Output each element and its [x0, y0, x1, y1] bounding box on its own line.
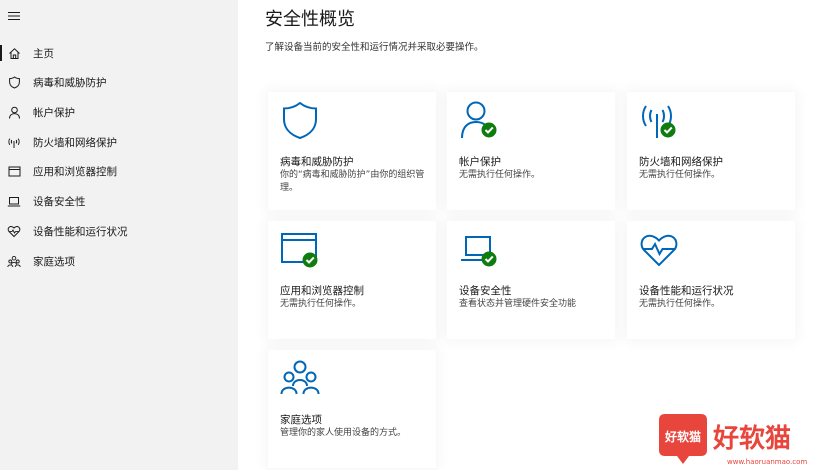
card-title: 家庭选项: [280, 414, 322, 426]
card-app-browser-control[interactable]: 应用和浏览器控制 无需执行任何操作。: [268, 221, 436, 339]
ok-check-badge-icon: [481, 122, 497, 138]
home-icon: [7, 46, 21, 60]
card-description: 管理你的家人使用设备的方式。: [280, 428, 407, 438]
shield-icon: [7, 75, 21, 89]
card-virus-threat-protection[interactable]: 病毒和威胁防护 你的“病毒和威胁防护”由你的组织管理。: [268, 92, 436, 210]
card-account-protection[interactable]: 帐户保护 无需执行任何操作。: [447, 92, 615, 210]
card-description: 无需执行任何操作。: [639, 170, 721, 180]
watermark-brand-text: 好软猫: [712, 424, 791, 454]
card-device-security[interactable]: 设备安全性 查看状态并管理硬件安全功能: [447, 221, 615, 339]
page-subtitle: 了解设备当前的安全性和运行情况并采取必要操作。: [265, 42, 484, 53]
heart-icon: [7, 224, 21, 238]
sidebar-item-label: 设备安全性: [33, 195, 86, 208]
sidebar-item-account-protection[interactable]: 帐户保护: [0, 98, 238, 126]
sidebar-item-virus-protection[interactable]: 病毒和威胁防护: [0, 68, 238, 96]
browser-window-icon: [281, 233, 318, 268]
sidebar-item-label: 应用和浏览器控制: [33, 165, 117, 178]
wifi-icon: [642, 105, 676, 138]
card-title: 应用和浏览器控制: [280, 285, 364, 297]
card-description: 无需执行任何操作。: [639, 299, 721, 309]
sidebar-item-home[interactable]: 主页: [0, 39, 238, 67]
sidebar-item-label: 防火墙和网络保护: [33, 136, 117, 149]
sidebar-item-label: 主页: [33, 47, 54, 60]
person-icon: [7, 105, 21, 119]
watermark-url: www.haoruanmao.com: [727, 458, 807, 466]
card-family-options[interactable]: 家庭选项 管理你的家人使用设备的方式。: [268, 350, 436, 468]
sidebar-item-family-options[interactable]: 家庭选项: [0, 247, 238, 275]
shield-icon: [283, 101, 317, 140]
sidebar-item-label: 帐户保护: [33, 106, 75, 119]
family-icon: [7, 254, 21, 268]
sidebar: 主页 病毒和威胁防护 帐户保护 防火墙和网络保护 应用和浏览器控制 设备安全性 …: [0, 0, 238, 470]
hamburger-menu-icon[interactable]: [8, 10, 20, 22]
card-title: 设备安全性: [459, 285, 512, 297]
selection-indicator: [0, 45, 2, 61]
sidebar-item-app-browser-control[interactable]: 应用和浏览器控制: [0, 157, 238, 185]
windows-security-app: 主页 病毒和威胁防护 帐户保护 防火墙和网络保护 应用和浏览器控制 设备安全性 …: [0, 0, 819, 470]
laptop-icon: [7, 194, 21, 208]
card-title: 设备性能和运行状况: [639, 285, 734, 297]
ok-check-badge-icon: [481, 251, 497, 267]
card-title: 帐户保护: [459, 156, 501, 168]
heart-pulse-icon: [640, 234, 678, 267]
watermark-badge-icon: 好软猫: [659, 414, 707, 464]
card-description: 无需执行任何操作。: [459, 170, 541, 180]
sidebar-item-label: 病毒和威胁防护: [33, 76, 107, 89]
card-title: 防火墙和网络保护: [639, 156, 723, 168]
sidebar-item-label: 设备性能和运行状况: [33, 225, 128, 238]
wifi-icon: [7, 135, 21, 149]
ok-check-badge-icon: [660, 122, 676, 138]
card-device-performance-health[interactable]: 设备性能和运行状况 无需执行任何操作。: [627, 221, 795, 339]
card-description: 查看状态并管理硬件安全功能: [459, 299, 577, 309]
card-title: 病毒和威胁防护: [280, 156, 354, 168]
sidebar-item-label: 家庭选项: [33, 255, 75, 268]
laptop-icon: [461, 236, 497, 267]
svg-text:好软猫: 好软猫: [664, 429, 701, 444]
family-icon: [280, 360, 320, 395]
card-description: 无需执行任何操作。: [280, 299, 362, 309]
main-content: 安全性概览 了解设备当前的安全性和运行情况并采取必要操作。 病毒和威胁防护 你的…: [238, 0, 819, 470]
page-title: 安全性概览: [265, 9, 355, 30]
card-firewall-network-protection[interactable]: 防火墙和网络保护 无需执行任何操作。: [627, 92, 795, 210]
card-description: 你的“病毒和威胁防护”由你的组织管理。: [280, 170, 425, 193]
sidebar-item-firewall[interactable]: 防火墙和网络保护: [0, 128, 238, 156]
watermark-logo: 好软猫 好软猫 www.haoruanmao.com: [659, 414, 807, 466]
person-icon: [461, 101, 497, 139]
ok-check-badge-icon: [302, 252, 318, 268]
sidebar-item-device-security[interactable]: 设备安全性: [0, 187, 238, 215]
browser-window-icon: [7, 164, 21, 178]
sidebar-item-device-performance[interactable]: 设备性能和运行状况: [0, 217, 238, 245]
